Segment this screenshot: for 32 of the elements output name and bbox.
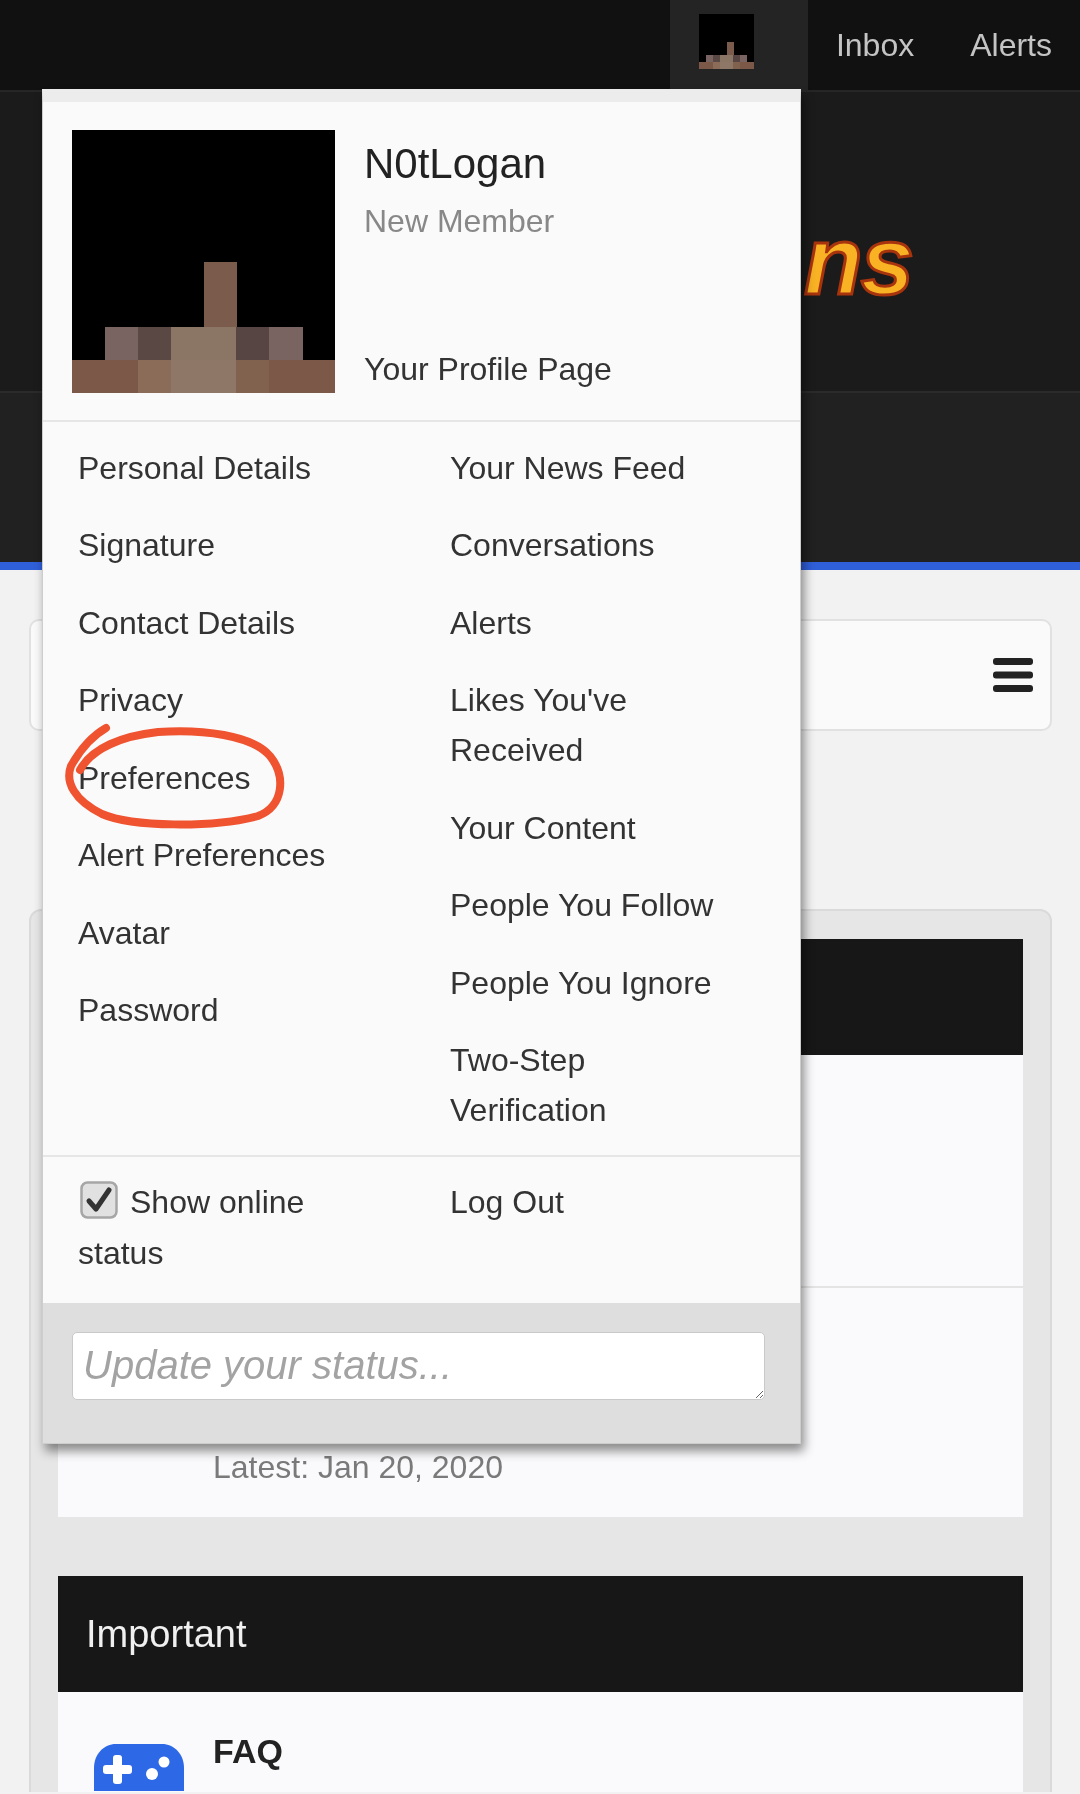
menu-link[interactable]: Preferences	[78, 739, 251, 817]
menu-link[interactable]: Privacy	[78, 661, 183, 739]
user-title: New Member	[364, 202, 555, 241]
node-title[interactable]: FAQ	[213, 1731, 283, 1771]
menu-link[interactable]: Avatar	[78, 894, 170, 972]
menu-icon[interactable]	[993, 658, 1033, 692]
menu-link[interactable]: Your Content	[450, 789, 636, 867]
menu-link[interactable]: Signature	[78, 506, 215, 584]
menu-link[interactable]: Two-Step Verification	[450, 1021, 750, 1149]
menu-link[interactable]: Alert Preferences	[78, 816, 326, 894]
menu-link[interactable]: Conversations	[450, 506, 655, 584]
category-title[interactable]: Important	[86, 1612, 247, 1656]
menu-link[interactable]: Password	[78, 971, 219, 1049]
avatar-thumbnail	[698, 14, 754, 69]
status-input[interactable]: Update your status...	[72, 1331, 765, 1400]
site-logo[interactable]: ns	[804, 212, 913, 309]
menu-link[interactable]: Likes You've Received	[450, 661, 750, 789]
menu-link[interactable]: Contact Details	[78, 584, 295, 662]
node-latest-date: Latest: Jan 20, 2020	[213, 1448, 503, 1487]
top-bar-link[interactable]: Alerts	[942, 0, 1080, 90]
online-status-checkbox[interactable]	[80, 1180, 118, 1219]
username: N0tLogan	[364, 139, 547, 189]
menu-link[interactable]: Personal Details	[78, 429, 311, 507]
account-tab[interactable]	[669, 0, 808, 90]
online-status-option[interactable]: Show online status	[78, 1176, 378, 1279]
menu-link[interactable]: Your News Feed	[450, 429, 686, 507]
top-bar-link[interactable]: Inbox	[807, 0, 943, 90]
menu-link[interactable]: People You Ignore	[450, 944, 712, 1022]
logout-link[interactable]: Log Out	[450, 1163, 564, 1241]
menu-link[interactable]: People You Follow	[450, 866, 714, 944]
profile-link[interactable]: Your Profile Page	[364, 349, 612, 389]
menu-link[interactable]: Alerts	[450, 584, 532, 662]
